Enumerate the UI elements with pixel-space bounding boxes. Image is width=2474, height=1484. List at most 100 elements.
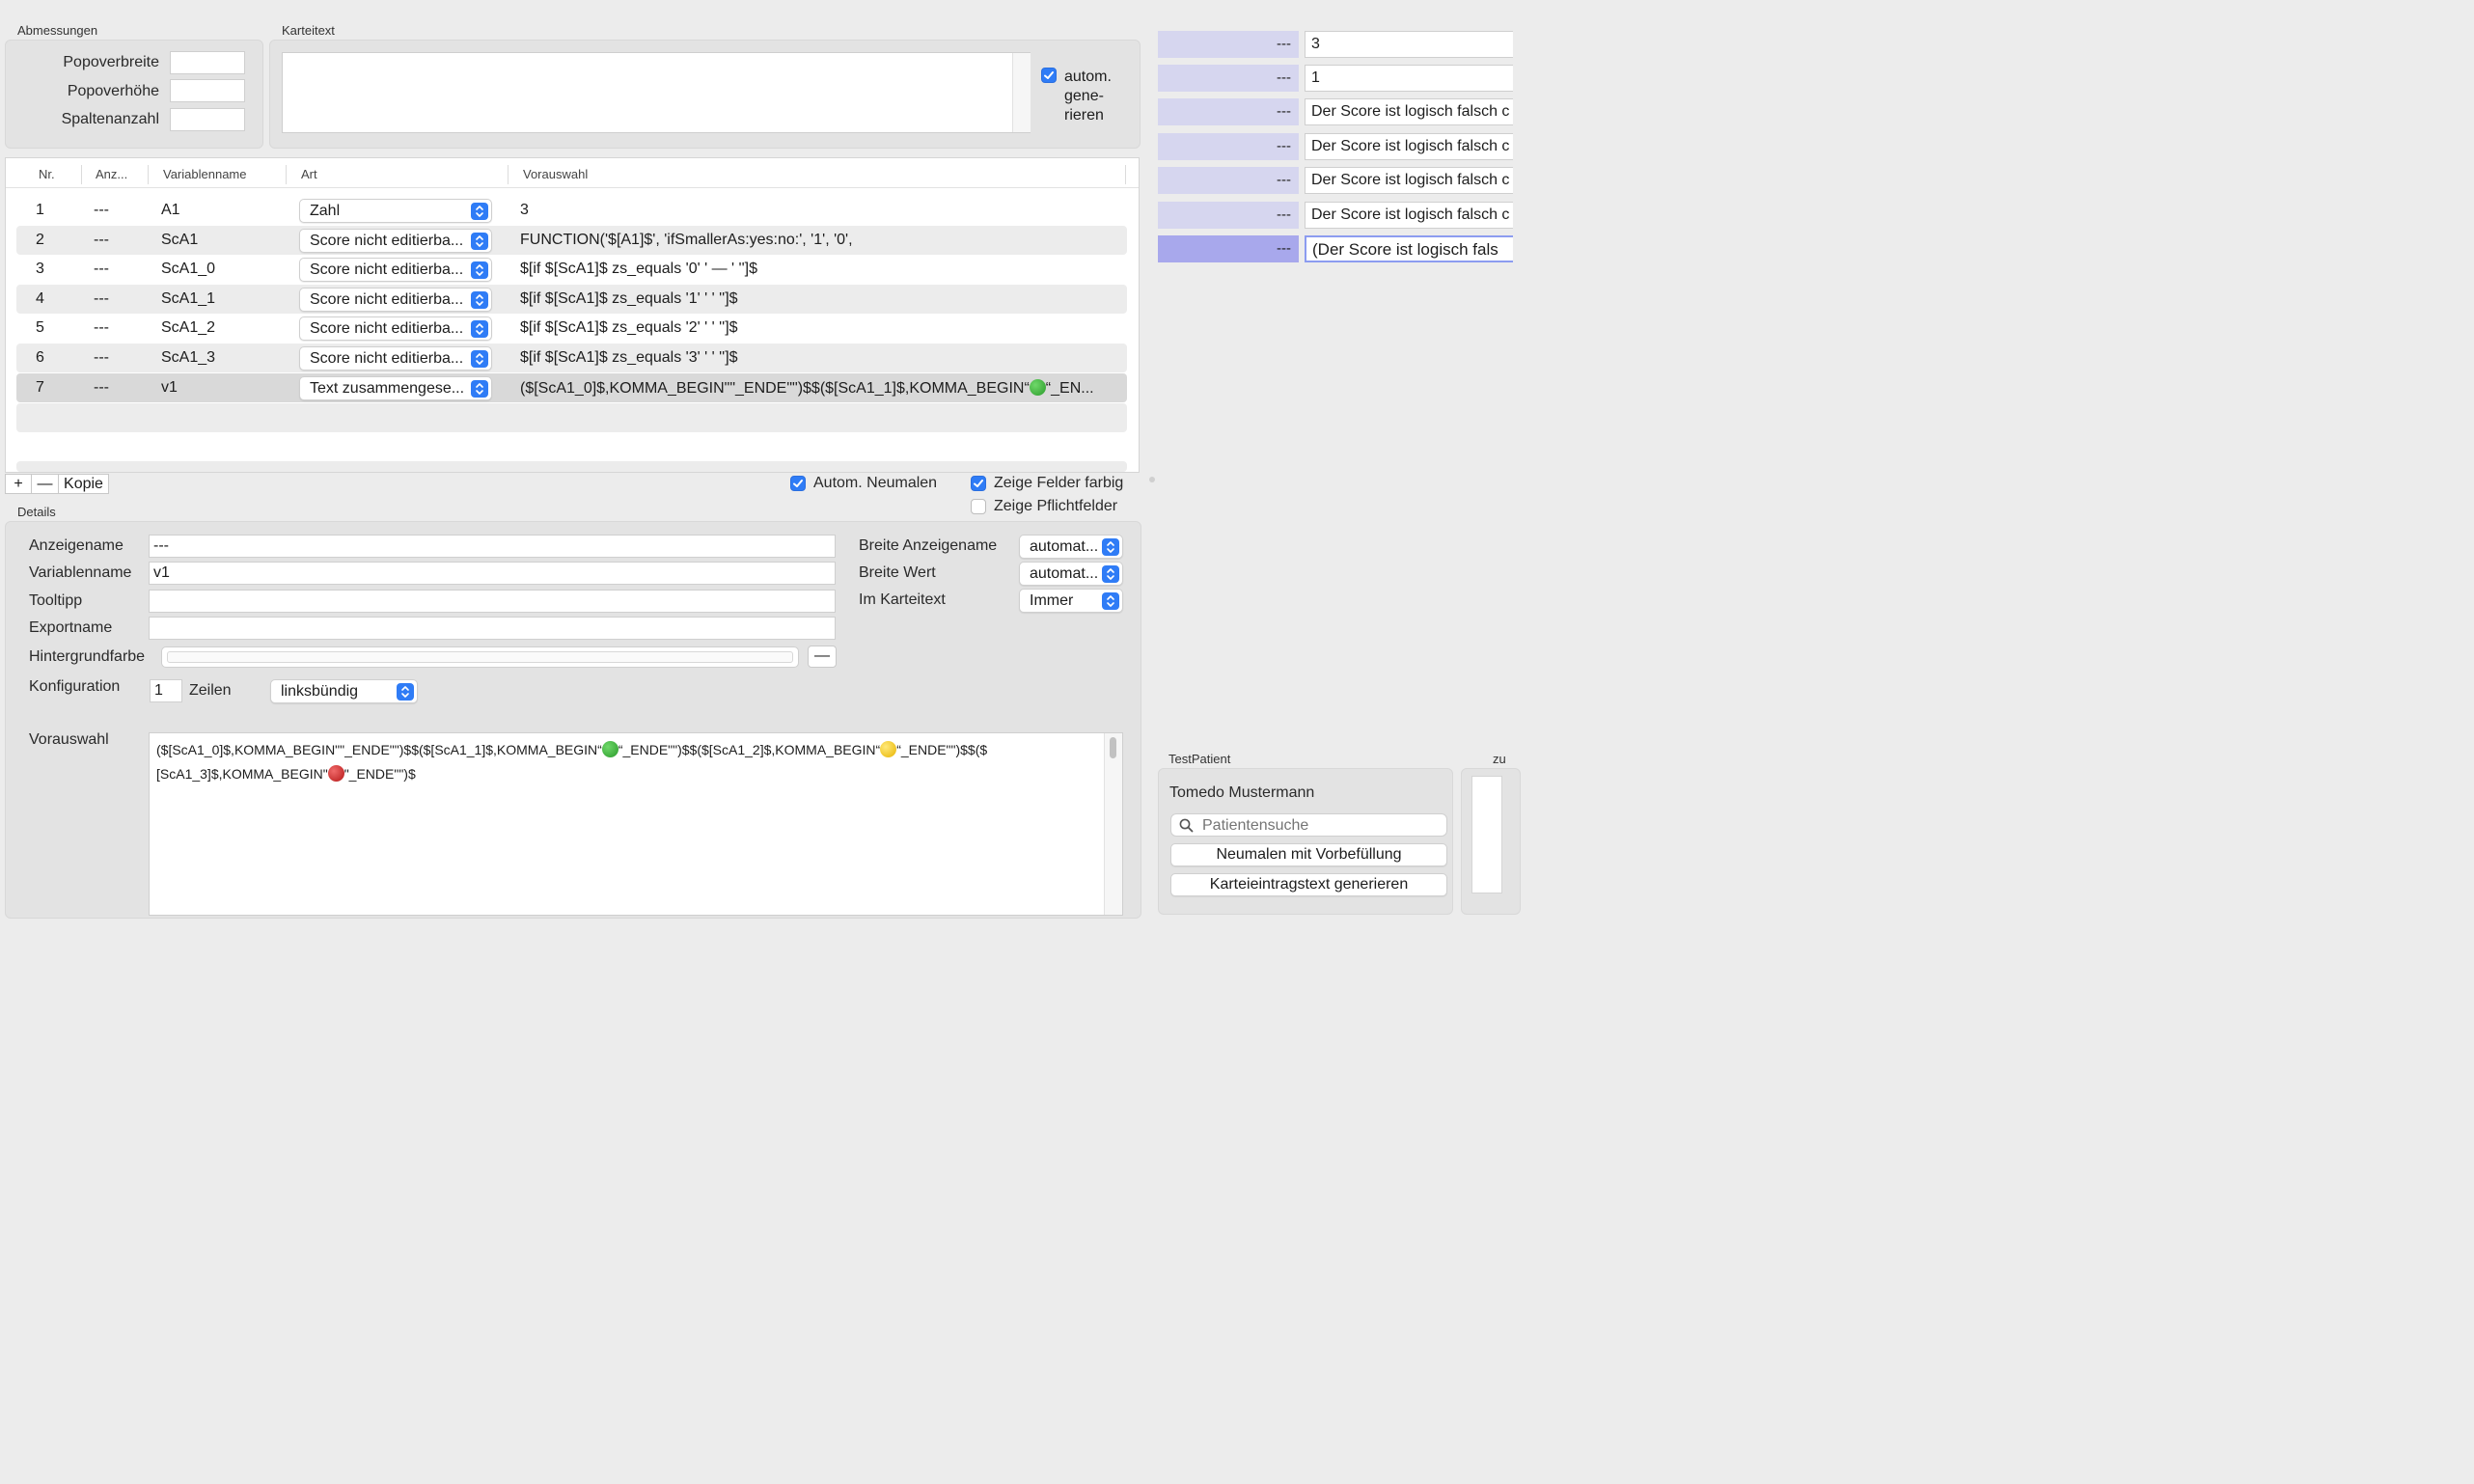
chevron-updown-icon [1102,537,1119,556]
config-label: Konfiguration [29,678,121,695]
preview-row-value[interactable]: Der Score ist logisch falsch c [1305,202,1513,229]
column-header-variable[interactable]: Variablenname [163,167,246,181]
remove-row-button[interactable]: — [31,474,59,494]
export-name-field[interactable] [149,617,836,640]
record-text-scrollbar[interactable] [1012,53,1031,132]
background-color-remove-button[interactable]: — [808,646,837,668]
variable-name-field[interactable]: v1 [149,562,836,585]
table-row[interactable]: 2 --- ScA1 Score nicht editierba... FUNC… [16,226,1127,255]
show-colored-label: Zeige Felder farbig [994,475,1124,491]
popover-width-field[interactable] [170,51,245,74]
column-separator [508,165,509,184]
row-type-popup[interactable]: Score nicht editierba... [299,288,492,312]
preview-row-value[interactable]: (Der Score ist logisch fals [1305,235,1513,262]
preview-row[interactable]: --- Der Score ist logisch falsch c [1158,202,1513,229]
row-type-popup[interactable]: Score nicht editierba... [299,258,492,282]
add-row-button[interactable]: + [5,474,32,494]
row-variable: ScA1_0 [161,261,216,277]
preselection-text-area[interactable]: ($[ScA1_0]$,KOMMA_BEGIN""_ENDE"")$$($[Sc… [149,732,1123,916]
show-required-checkbox[interactable] [971,499,986,514]
column-header-type[interactable]: Art [301,167,317,181]
width-display-value: automat... [1030,537,1099,555]
width-value-popup[interactable]: automat... [1019,562,1123,586]
details-section-label: Details [17,505,56,519]
repaint-with-prefill-button[interactable]: Neumalen mit Vorbefüllung [1170,843,1447,866]
record-text-area[interactable] [282,52,1031,133]
preview-row[interactable]: --- Der Score ist logisch falsch c [1158,133,1513,160]
auto-generate-checkbox[interactable] [1041,68,1057,83]
auto-repaint-checkbox[interactable] [790,476,806,491]
preview-row-selected[interactable]: --- (Der Score ist logisch fals [1158,235,1513,262]
preview-row[interactable]: --- Der Score ist logisch falsch c [1158,167,1513,194]
show-colored-checkbox[interactable] [971,476,986,491]
row-type-popup[interactable]: Score nicht editierba... [299,229,492,253]
background-color-well[interactable] [161,646,799,668]
table-row[interactable]: 3 --- ScA1_0 Score nicht editierba... $[… [16,255,1127,284]
display-name-field[interactable]: --- [149,535,836,558]
table-row[interactable]: 6 --- ScA1_3 Score nicht editierba... $[… [16,344,1127,372]
preview-row-value[interactable]: Der Score ist logisch falsch c [1305,98,1513,125]
copy-row-button[interactable]: Kopie [58,474,109,494]
patient-search-input[interactable] [1200,815,1445,837]
preview-row-value[interactable]: 1 [1305,65,1513,92]
row-type-popup[interactable]: Text zusammengese... [299,376,492,400]
popover-height-field[interactable] [170,79,245,102]
table-row[interactable]: 4 --- ScA1_1 Score nicht editierba... $[… [16,285,1127,314]
column-separator [148,165,149,184]
preview-row-label: --- [1158,31,1299,58]
alignment-value: linksbündig [281,682,359,700]
preview-row-value[interactable]: Der Score ist logisch falsch c [1305,167,1513,194]
row-preselection: $[if $[ScA1]$ zs_equals '2' ' ' '']$ [520,319,738,336]
right-panel-label: zu [1493,752,1506,766]
column-count-field[interactable] [170,108,245,131]
table-row-empty [16,403,1127,432]
preview-row-label: --- [1158,65,1299,92]
search-icon [1179,818,1194,833]
config-rows-field[interactable]: 1 [150,679,182,702]
column-header-nr[interactable]: Nr. [39,167,55,181]
chevron-updown-icon [471,349,488,368]
record-text-section-label: Karteitext [282,23,335,38]
chevron-updown-icon [471,232,488,250]
in-record-popup[interactable]: Immer [1019,589,1123,613]
column-header-display[interactable]: Anz... [96,167,127,181]
tooltip-field[interactable] [149,590,836,613]
row-nr: 3 [36,261,44,277]
column-header-preselection[interactable]: Vorauswahl [523,167,588,181]
popover-height-label: Popoverhöhe [67,83,159,99]
row-variable: ScA1_2 [161,319,216,336]
scrollbar-thumb[interactable] [1110,737,1116,758]
preselection-scrollbar[interactable] [1104,733,1122,915]
preview-row-value[interactable]: 3 [1305,31,1513,58]
table-row[interactable]: 1 --- A1 Zahl 3 [16,196,1127,225]
preview-row-label: --- [1158,235,1299,262]
table-row-selected[interactable]: 7 --- v1 Text zusammengese... ($[ScA1_0]… [16,373,1127,402]
row-type-popup[interactable]: Score nicht editierba... [299,316,492,341]
width-value-value: automat... [1030,564,1099,582]
column-separator [286,165,287,184]
alignment-popup[interactable]: linksbündig [270,679,418,703]
row-preselection: ($[ScA1_0]$,KOMMA_BEGIN""_ENDE"")$$($[Sc… [520,379,1094,398]
preselection-line2-part-b: "_ENDE"")$ [344,766,416,782]
split-view-handle[interactable] [1149,477,1155,482]
row-type-popup[interactable]: Zahl [299,199,492,223]
row-type-value: Text zusammengese... [310,379,465,397]
width-display-popup[interactable]: automat... [1019,535,1123,559]
auto-generate-line2: gene- [1064,88,1104,104]
tooltip-label: Tooltipp [29,592,83,609]
chevron-updown-icon [471,261,488,279]
red-circle-icon [327,765,344,782]
preview-row[interactable]: --- 3 [1158,31,1513,58]
preselection-line1-part-a: ($[ScA1_0]$,KOMMA_BEGIN""_ENDE"")$$($[Sc… [156,742,602,757]
green-circle-icon [601,741,618,757]
preview-row[interactable]: --- 1 [1158,65,1513,92]
chevron-updown-icon [1102,591,1119,610]
export-name-label: Exportname [29,619,113,636]
right-side-list[interactable] [1471,776,1502,893]
table-row[interactable]: 5 --- ScA1_2 Score nicht editierba... $[… [16,314,1127,343]
preview-row[interactable]: --- Der Score ist logisch falsch c [1158,98,1513,125]
patient-search-field[interactable] [1170,813,1447,837]
generate-record-text-button[interactable]: Karteieintragstext generieren [1170,873,1447,896]
preview-row-value[interactable]: Der Score ist logisch falsch c [1305,133,1513,160]
row-type-popup[interactable]: Score nicht editierba... [299,346,492,371]
